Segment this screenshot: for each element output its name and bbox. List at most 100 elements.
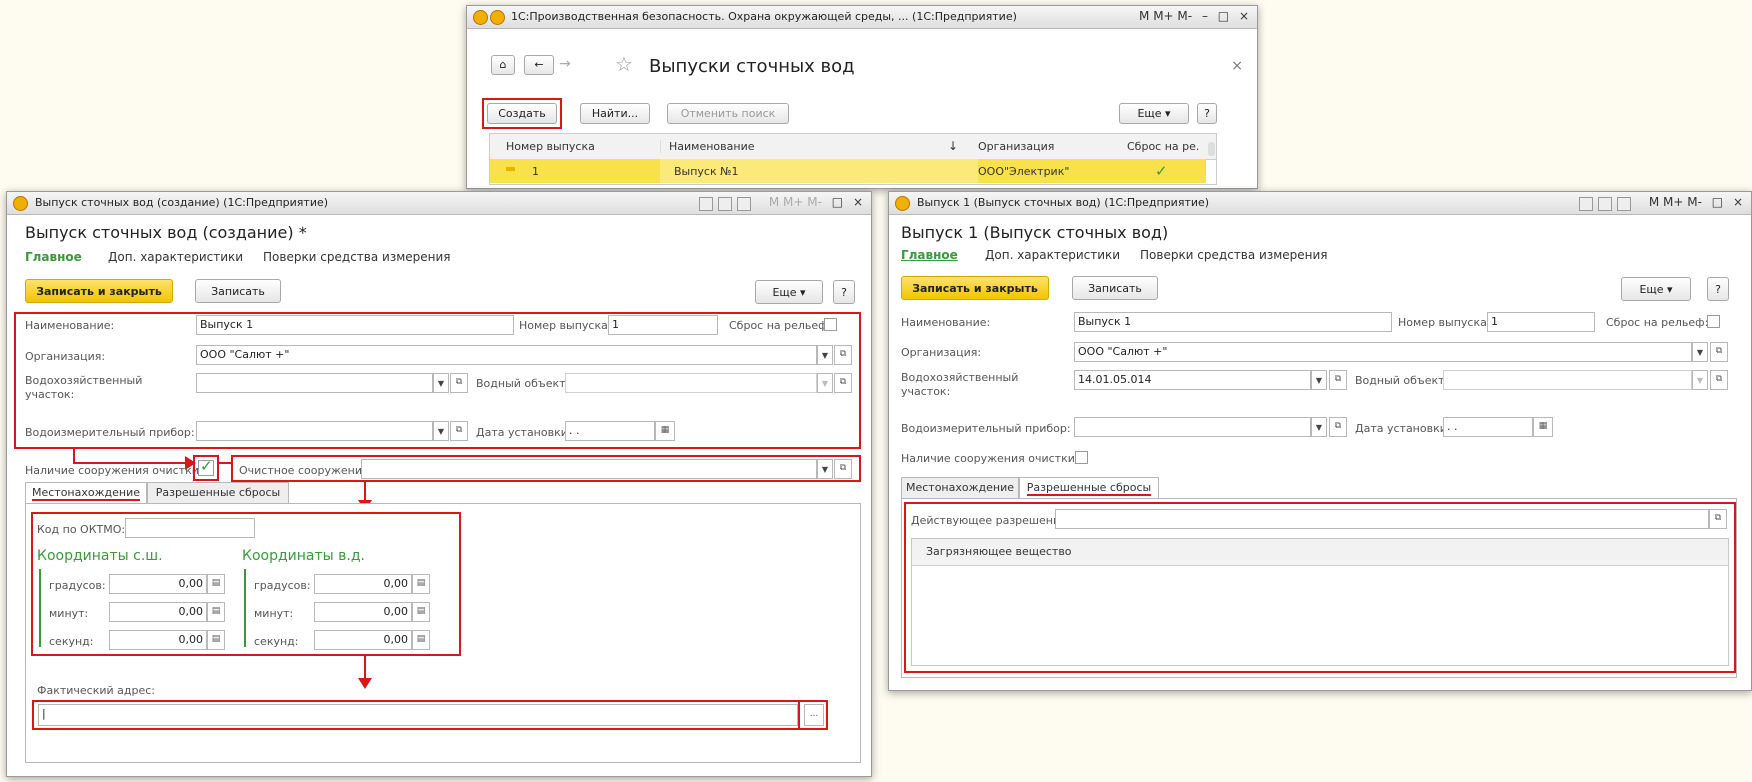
north-min-input[interactable]: 0,00	[109, 602, 207, 622]
nav-extra[interactable]: Доп. характеристики	[108, 250, 243, 264]
table-row[interactable]: 1 Выпуск №1 ООО"Электрик" ✓	[490, 159, 1206, 183]
home-button[interactable]: ⌂	[491, 55, 515, 75]
east-sec-calc-icon[interactable]: ▤	[412, 630, 430, 650]
list-more-button[interactable]: Еще ▾	[1119, 103, 1189, 124]
org-open-icon[interactable]: ⧉	[1710, 342, 1728, 362]
water-object-dropdown-icon[interactable]: ▼	[1692, 370, 1708, 390]
nav-verifications[interactable]: Поверки средства измерения	[263, 250, 451, 264]
tab-location[interactable]: Местонахождение	[901, 477, 1019, 499]
sort-arrow-icon: ↓	[948, 139, 959, 153]
east-min-input[interactable]: 0,00	[314, 602, 412, 622]
close-icon[interactable]: ×	[1733, 195, 1743, 209]
calendar-icon[interactable]	[737, 196, 751, 211]
name-label: Наименование:	[901, 316, 991, 329]
address-label: Фактический адрес:	[37, 684, 156, 697]
nav-main[interactable]: Главное	[25, 250, 82, 264]
app-menu-icon[interactable]	[490, 10, 505, 25]
tab-permits[interactable]: Разрешенные сбросы	[1019, 477, 1159, 499]
install-date-input[interactable]: . .	[1443, 417, 1533, 437]
favorite-star-icon[interactable]: ☆	[615, 52, 633, 76]
water-area-dropdown-icon[interactable]: ▼	[1311, 370, 1327, 390]
col-name[interactable]: Наименование	[660, 140, 754, 153]
link-icon[interactable]	[699, 196, 713, 211]
nav-verifications[interactable]: Поверки средства измерения	[1140, 248, 1328, 262]
number-input[interactable]: 1	[1487, 312, 1595, 332]
north-sec-input[interactable]: 0,00	[109, 630, 207, 650]
nav-main[interactable]: Главное	[901, 248, 958, 262]
nav-extra[interactable]: Доп. характеристики	[985, 248, 1120, 262]
calc-icon[interactable]	[718, 196, 732, 211]
back-button[interactable]: ←	[524, 55, 554, 75]
name-input[interactable]: Выпуск 1	[1074, 312, 1392, 332]
help-button[interactable]: ?	[833, 280, 855, 304]
memory-buttons[interactable]: M M+ M-	[1139, 9, 1192, 23]
create-window-controls[interactable]: M M+ M- □ ×	[763, 195, 863, 209]
tab-location[interactable]: Местонахождение	[25, 482, 147, 504]
org-dropdown-icon[interactable]: ▼	[1692, 342, 1708, 362]
minimize-icon[interactable]: –	[1202, 9, 1208, 23]
save-close-button[interactable]: Записать и закрыть	[901, 276, 1049, 300]
help-button[interactable]: ?	[1707, 277, 1729, 301]
east-min-calc-icon[interactable]: ▤	[412, 602, 430, 622]
table-scrollbar[interactable]	[1208, 142, 1215, 156]
north-min-calc-icon[interactable]: ▤	[207, 602, 225, 622]
water-object-open-icon[interactable]: ⧉	[1710, 370, 1728, 390]
north-deg-input[interactable]: 0,00	[109, 574, 207, 594]
col-relief[interactable]: Сброс на ре.	[1127, 140, 1199, 153]
number-label: Номер выпуска:	[1398, 316, 1491, 329]
water-object-input[interactable]	[1443, 370, 1692, 390]
north-sec-calc-icon[interactable]: ▤	[207, 630, 225, 650]
maximize-icon[interactable]: □	[1712, 195, 1723, 209]
list-help-button[interactable]: ?	[1197, 103, 1217, 124]
permit-open-icon[interactable]: ⧉	[1709, 509, 1727, 529]
save-close-button[interactable]: Записать и закрыть	[25, 279, 173, 303]
memory-buttons[interactable]: M M+ M-	[769, 195, 822, 209]
col-org[interactable]: Организация	[978, 140, 1054, 153]
save-button[interactable]: Записать	[195, 279, 281, 303]
col-pollutant[interactable]: Загрязняющее вещество	[926, 545, 1072, 558]
find-button[interactable]: Найти...	[580, 103, 650, 124]
more-button[interactable]: Еще ▾	[1621, 277, 1691, 301]
cancel-search-button[interactable]: Отменить поиск	[667, 103, 789, 124]
treatment-present-checkbox[interactable]	[1075, 451, 1088, 464]
meter-dropdown-icon[interactable]: ▼	[1311, 417, 1327, 437]
maximize-icon[interactable]: □	[832, 195, 843, 209]
close-icon[interactable]: ×	[853, 195, 863, 209]
permit-input[interactable]	[1055, 509, 1709, 529]
east-deg-input[interactable]: 0,00	[314, 574, 412, 594]
treatment-highlight	[231, 455, 861, 482]
calc-icon[interactable]	[1598, 196, 1612, 211]
memory-buttons[interactable]: M M+ M-	[1649, 195, 1702, 209]
address-button-highlight	[798, 700, 828, 730]
north-deg-calc-icon[interactable]: ▤	[207, 574, 225, 594]
water-area-input[interactable]: 14.01.05.014	[1074, 370, 1311, 390]
titlebar-tools[interactable]	[694, 196, 751, 211]
forward-button[interactable]: →	[559, 56, 571, 72]
water-area-open-icon[interactable]: ⧉	[1329, 370, 1347, 390]
meter-input[interactable]	[1074, 417, 1311, 437]
install-date-calendar-icon[interactable]: ▦	[1533, 417, 1553, 437]
more-label: Еще	[772, 286, 797, 299]
view-window: Выпуск 1 (Выпуск сточных вод) (1С:Предпр…	[888, 191, 1752, 691]
window-controls[interactable]: M M+ M- – □ ×	[1133, 9, 1249, 23]
water-area-label: Водохозяйственный участок:	[901, 371, 1019, 398]
close-icon[interactable]: ×	[1239, 9, 1249, 23]
org-input[interactable]: ООО "Салют +"	[1074, 342, 1692, 362]
view-window-controls[interactable]: M M+ M- □ ×	[1643, 195, 1743, 209]
list-close-icon[interactable]: ×	[1231, 58, 1243, 74]
tab-permits[interactable]: Разрешенные сбросы	[147, 482, 289, 504]
meter-open-icon[interactable]: ⧉	[1329, 417, 1347, 437]
oktmo-input[interactable]	[125, 518, 255, 538]
east-deg-calc-icon[interactable]: ▤	[412, 574, 430, 594]
more-button[interactable]: Еще ▾	[755, 280, 823, 304]
east-sec-input[interactable]: 0,00	[314, 630, 412, 650]
calendar-icon[interactable]	[1617, 196, 1631, 211]
row-marker-icon	[506, 167, 515, 171]
maximize-icon[interactable]: □	[1218, 9, 1229, 23]
relief-checkbox[interactable]	[1707, 315, 1720, 328]
link-icon[interactable]	[1579, 196, 1593, 211]
col-number[interactable]: Номер выпуска	[506, 140, 595, 153]
titlebar-tools[interactable]	[1574, 196, 1631, 211]
north-deg-label: градусов:	[49, 579, 106, 592]
save-button[interactable]: Записать	[1072, 276, 1158, 300]
